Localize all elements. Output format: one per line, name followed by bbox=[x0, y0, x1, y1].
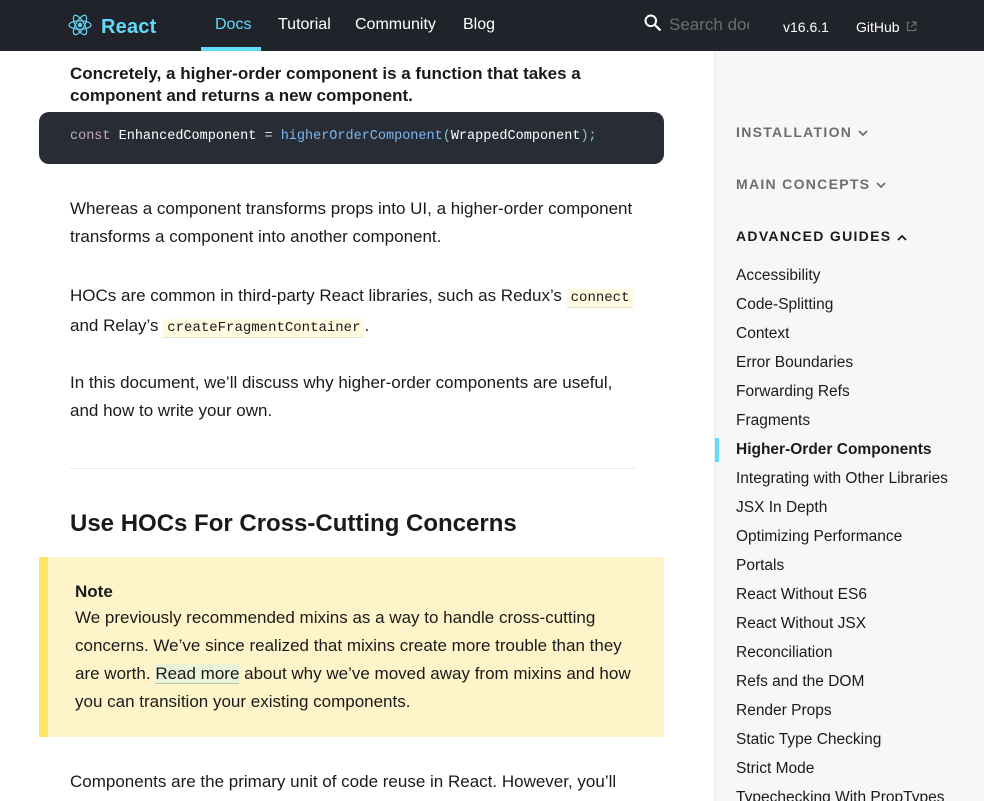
nav-link-tutorial[interactable]: Tutorial bbox=[278, 16, 331, 34]
sidebar-item-refs-and-the-dom[interactable]: Refs and the DOM bbox=[736, 673, 864, 691]
nav-link-docs[interactable]: Docs bbox=[215, 16, 251, 34]
sidebar-item-context[interactable]: Context bbox=[736, 325, 789, 343]
para2-text-before: HOCs are common in third-party React lib… bbox=[70, 286, 567, 305]
para2-text-mid: and Relay’s bbox=[70, 316, 164, 335]
chevron-down-icon bbox=[858, 124, 868, 140]
inline-code-create-fragment-container: createFragmentContainer bbox=[163, 319, 365, 338]
sidebar-item-jsx-in-depth[interactable]: JSX In Depth bbox=[736, 499, 827, 517]
github-link[interactable]: GitHub bbox=[856, 19, 917, 35]
sidebar-item-code-splitting[interactable]: Code-Splitting bbox=[736, 296, 833, 314]
paragraph-this-document: In this document, we’ll discuss why high… bbox=[70, 373, 613, 420]
sidebar-section-installation[interactable]: INSTALLATION bbox=[736, 124, 868, 140]
sidebar-item-react-without-es6[interactable]: React Without ES6 bbox=[736, 586, 867, 604]
nav-link-community[interactable]: Community bbox=[355, 16, 436, 34]
lead-line-2: component and returns a new component. bbox=[70, 86, 413, 105]
logo-text: React bbox=[101, 16, 157, 38]
para2-text-after: . bbox=[364, 316, 370, 335]
sidebar-item-strict-mode[interactable]: Strict Mode bbox=[736, 760, 814, 778]
sidebar-item-static-type-checking[interactable]: Static Type Checking bbox=[736, 731, 881, 749]
nav-active-indicator bbox=[201, 47, 261, 51]
sidebar-item-forwarding-refs[interactable]: Forwarding Refs bbox=[736, 383, 850, 401]
sidebar-item-error-boundaries[interactable]: Error Boundaries bbox=[736, 354, 853, 372]
sidebar-section-advanced-guides[interactable]: ADVANCED GUIDES bbox=[736, 228, 908, 244]
lead-line-1: Concretely, a higher-order component is … bbox=[70, 64, 581, 83]
paragraph-components-primary: Components are the primary unit of code … bbox=[70, 772, 617, 791]
lead-paragraph: Concretely, a higher-order component is … bbox=[70, 63, 640, 107]
code-argument: WrappedComponent bbox=[450, 129, 581, 144]
react-atom-icon bbox=[68, 14, 92, 41]
search-input[interactable] bbox=[669, 15, 749, 35]
code-variable: EnhancedComponent bbox=[118, 129, 257, 144]
sidebar-section-label: INSTALLATION bbox=[736, 124, 853, 140]
paragraph-whereas: Whereas a component transforms props int… bbox=[70, 199, 633, 246]
code-paren-close: ); bbox=[580, 129, 597, 144]
sidebar-item-higher-order-components[interactable]: Higher-Order Components bbox=[736, 441, 931, 459]
read-more-link[interactable]: Read more bbox=[155, 664, 240, 684]
github-link-label: GitHub bbox=[856, 19, 900, 35]
top-nav-bar: React Docs Tutorial Community Blog v16.6… bbox=[0, 0, 984, 51]
sidebar-item-typechecking-with-proptypes[interactable]: Typechecking With PropTypes bbox=[736, 789, 945, 801]
note-title: Note bbox=[75, 582, 113, 601]
code-keyword: const bbox=[70, 129, 111, 144]
nav-link-blog[interactable]: Blog bbox=[463, 16, 495, 34]
sidebar-item-integrating-with-other-libraries[interactable]: Integrating with Other Libraries bbox=[736, 470, 948, 488]
inline-code-connect: connect bbox=[566, 289, 634, 308]
sidebar-section-main-concepts[interactable]: MAIN CONCEPTS bbox=[736, 176, 886, 192]
sidebar-active-indicator bbox=[715, 438, 719, 462]
external-link-icon bbox=[906, 19, 917, 35]
chevron-up-icon bbox=[897, 228, 908, 244]
sidebar-item-portals[interactable]: Portals bbox=[736, 557, 784, 575]
sidebar-item-render-props[interactable]: Render Props bbox=[736, 702, 832, 720]
chevron-down-icon bbox=[876, 176, 886, 192]
note-body: We previously recommended mixins as a wa… bbox=[75, 604, 635, 716]
code-block[interactable]: const EnhancedComponent = higherOrderCom… bbox=[39, 112, 664, 164]
code-function: higherOrderComponent bbox=[280, 129, 443, 144]
code-paren-open: ( bbox=[442, 129, 451, 144]
code-operator: = bbox=[264, 129, 273, 144]
paragraph-hocs-common: HOCs are common in third-party React lib… bbox=[70, 282, 640, 342]
docs-sidebar: INSTALLATION MAIN CONCEPTS ADVANCED GUID… bbox=[714, 51, 984, 801]
sidebar-item-optimizing-performance[interactable]: Optimizing Performance bbox=[736, 528, 902, 546]
section-title: Use HOCs For Cross-Cutting Concerns bbox=[70, 510, 517, 537]
react-logo-link[interactable]: React bbox=[68, 14, 156, 41]
sidebar-item-accessibility[interactable]: Accessibility bbox=[736, 267, 820, 285]
sidebar-item-react-without-jsx[interactable]: React Without JSX bbox=[736, 615, 866, 633]
version-link[interactable]: v16.6.1 bbox=[783, 19, 829, 35]
sidebar-item-fragments[interactable]: Fragments bbox=[736, 412, 810, 430]
sidebar-section-label: MAIN CONCEPTS bbox=[736, 176, 871, 192]
main-content: Concretely, a higher-order component is … bbox=[0, 0, 714, 801]
search-box[interactable] bbox=[644, 14, 749, 36]
note-callout: Note We previously recommended mixins as… bbox=[39, 557, 664, 737]
sidebar-section-label: ADVANCED GUIDES bbox=[736, 228, 892, 244]
search-icon[interactable] bbox=[644, 14, 661, 36]
section-divider bbox=[70, 468, 635, 469]
sidebar-item-reconciliation[interactable]: Reconciliation bbox=[736, 644, 833, 662]
